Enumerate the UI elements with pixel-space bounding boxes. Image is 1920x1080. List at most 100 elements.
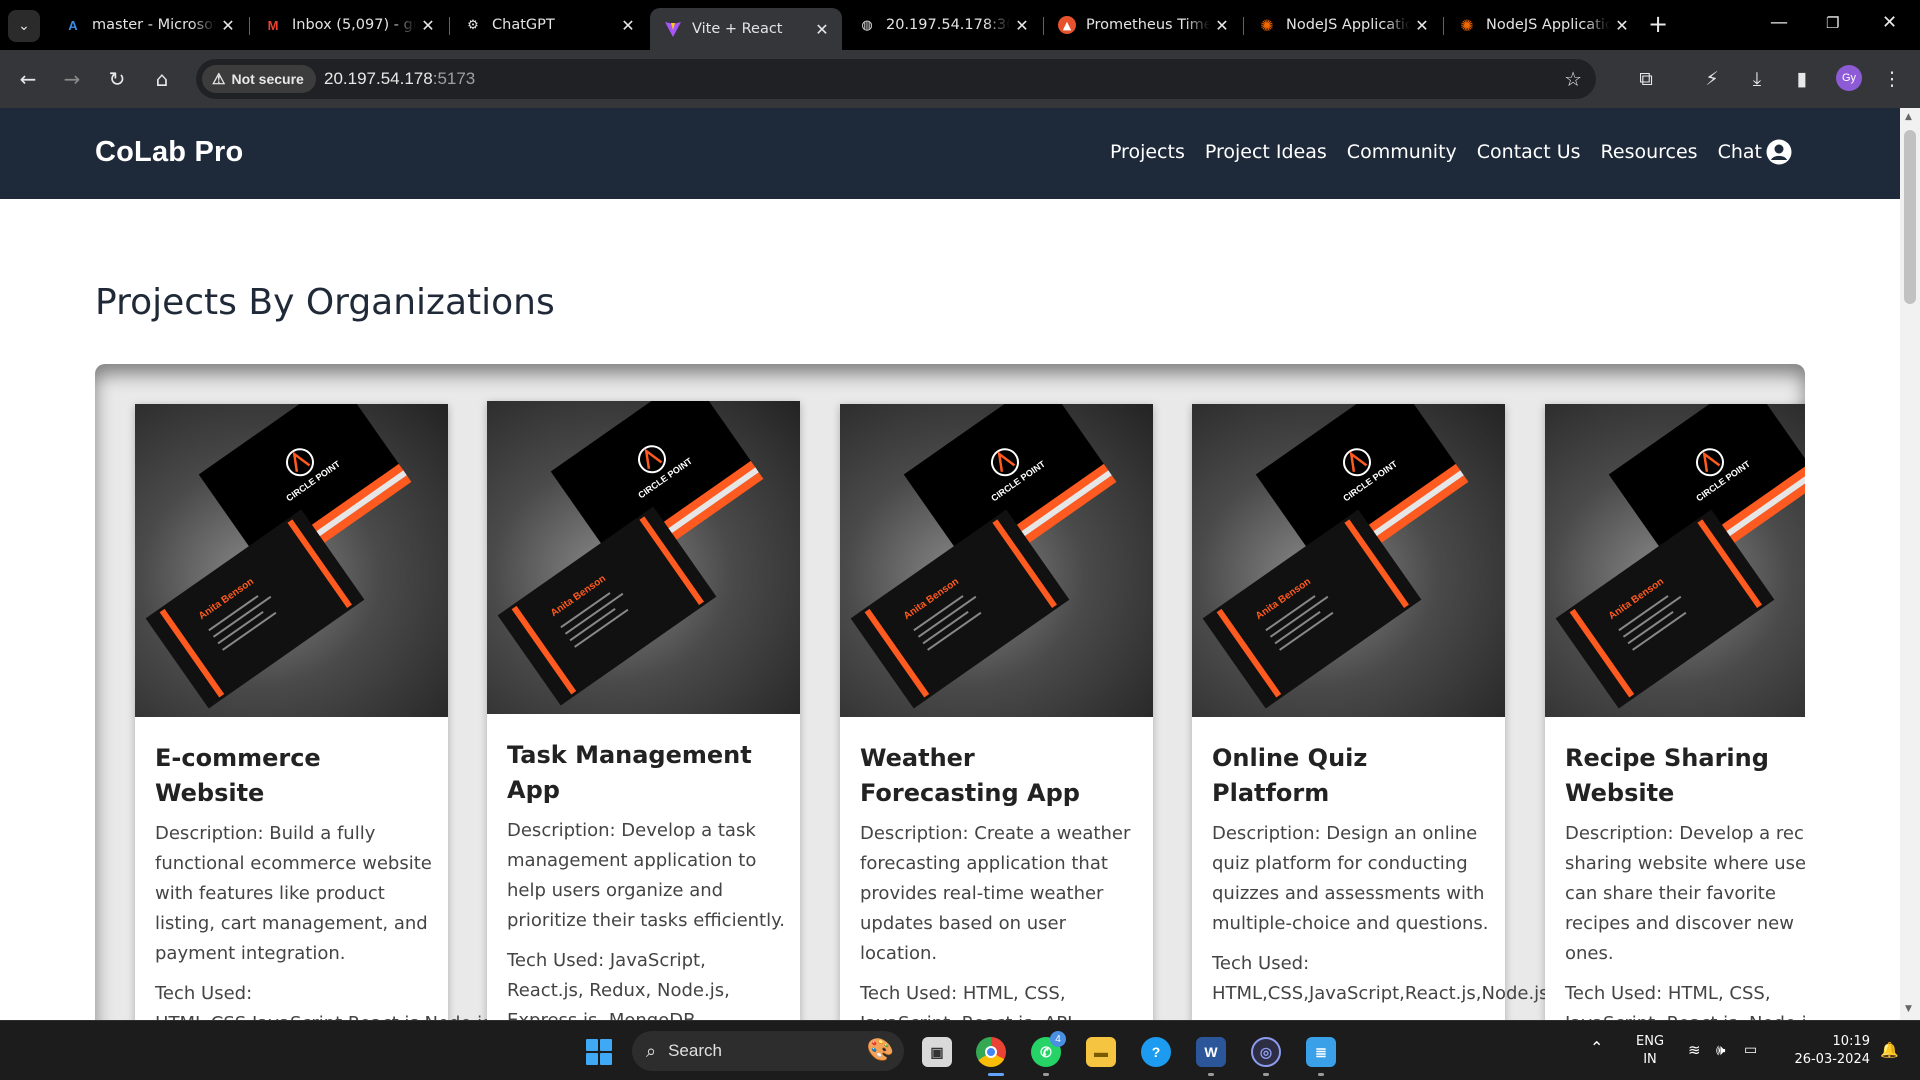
- nav-chat[interactable]: Chat: [1718, 141, 1762, 163]
- file-explorer-icon[interactable]: ▬: [1086, 1037, 1116, 1067]
- tray-overflow-icon[interactable]: ⌃: [1590, 1039, 1603, 1057]
- whatsapp-indicator: [1043, 1073, 1049, 1076]
- url-text[interactable]: 20.197.54.178:5173: [324, 69, 475, 89]
- edge-icon[interactable]: ?: [1141, 1037, 1171, 1067]
- tab-search-button[interactable]: ⌄: [8, 10, 40, 42]
- notepad-icon[interactable]: ≣: [1306, 1037, 1336, 1067]
- task-view-icon[interactable]: ▣: [922, 1037, 952, 1067]
- browser-tab-active[interactable]: Vite + React ✕: [650, 8, 842, 50]
- performance-icon[interactable]: ⚡: [1700, 67, 1724, 91]
- card-tech-used: Tech Used: HTML,CSS,JavaScript,React.js,…: [1212, 953, 1549, 1004]
- wifi-icon[interactable]: ≋: [1688, 1041, 1701, 1059]
- scrollbar-thumb[interactable]: [1904, 130, 1916, 304]
- word-icon[interactable]: W: [1196, 1037, 1226, 1067]
- profile-avatar[interactable]: Gy: [1836, 65, 1862, 91]
- scroll-down-icon[interactable]: ▼: [1905, 1004, 1912, 1014]
- projects-carousel[interactable]: CIRCLE POINT Anita Benson E-commerce Websi…: [95, 364, 1805, 1020]
- clock-time: 10:19: [1832, 1034, 1870, 1049]
- taskbar-search[interactable]: ⌕ Search 🎨: [632, 1031, 904, 1071]
- security-chip[interactable]: ⚠ Not secure: [202, 65, 316, 93]
- project-card[interactable]: CIRCLE POINT Anita Benson Recipe Sharing W…: [1545, 404, 1805, 1020]
- chrome-active-indicator: [988, 1073, 1004, 1076]
- whatsapp-badge: 4: [1050, 1031, 1066, 1047]
- notepad-indicator: [1318, 1073, 1324, 1076]
- new-tab-icon[interactable]: +: [1648, 12, 1668, 36]
- close-tab-icon[interactable]: ✕: [1410, 16, 1434, 35]
- card-description: Description: Develop a recipe sharing we…: [1565, 823, 1805, 964]
- reload-icon[interactable]: ↻: [105, 67, 129, 91]
- site-brand[interactable]: CoLab Pro: [95, 136, 243, 169]
- browser-tab[interactable]: ▲ Prometheus Time Series ✕: [1044, 8, 1242, 42]
- forward-arrow-icon[interactable]: →: [60, 67, 84, 91]
- card-title: Task Management App: [507, 741, 752, 804]
- scroll-up-icon[interactable]: ▲: [1905, 112, 1912, 122]
- restore-icon[interactable]: ❐: [1826, 14, 1839, 32]
- page-scrollbar[interactable]: ▲ ▼: [1900, 108, 1920, 1020]
- back-arrow-icon[interactable]: ←: [16, 67, 40, 91]
- tab-title: Prometheus Time Series: [1086, 17, 1210, 33]
- ai-assistant-indicator: [1263, 1073, 1269, 1076]
- close-tab-icon[interactable]: ✕: [616, 16, 640, 35]
- side-panel-icon[interactable]: ▮: [1790, 67, 1814, 91]
- battery-icon[interactable]: ▭: [1744, 1041, 1757, 1059]
- globe-icon: ◍: [861, 17, 873, 33]
- nav-projects[interactable]: Projects: [1110, 141, 1185, 163]
- close-tab-icon[interactable]: ✕: [1610, 16, 1634, 35]
- project-card[interactable]: CIRCLE POINT Anita Benson E-commerce Websi…: [135, 404, 492, 1020]
- download-icon[interactable]: ⤓: [1745, 67, 1769, 91]
- browser-tab[interactable]: ◍ 20.197.54.178:3000 ✕: [844, 8, 1042, 42]
- project-card[interactable]: CIRCLE POINT Anita Benson Weather Forecast…: [840, 404, 1153, 1020]
- clock[interactable]: 10:19 26-03-2024: [1786, 1033, 1870, 1069]
- card-title: Recipe Sharing Website: [1565, 744, 1769, 807]
- close-window-icon[interactable]: ✕: [1882, 12, 1897, 33]
- site-navbar: CoLab Pro Projects Project Ideas Communi…: [0, 108, 1900, 199]
- card-image-business-cards: CIRCLE POINT Anita Benson: [840, 404, 1153, 717]
- browser-toolbar: ← → ↻ ⌂ ⚠ Not secure 20.197.54.178:5173 …: [0, 50, 1920, 108]
- menu-kebab-icon[interactable]: ⋮: [1880, 67, 1904, 91]
- close-tab-icon[interactable]: ✕: [1210, 16, 1234, 35]
- card-image-business-cards: CIRCLE POINT Anita Benson: [1192, 404, 1505, 717]
- ai-assistant-icon[interactable]: ◎: [1251, 1037, 1281, 1067]
- close-tab-icon[interactable]: ✕: [1010, 16, 1034, 35]
- card-body: E-commerce Website Description: Build a f…: [155, 741, 492, 1020]
- card-body: Online Quiz Platform Description: Design …: [1212, 741, 1549, 1020]
- tab-title: Inbox (5,097) - gmail: [292, 17, 416, 33]
- card-title: Online Quiz Platform: [1212, 744, 1368, 807]
- close-tab-icon[interactable]: ✕: [810, 20, 834, 39]
- tab-title: master - Microsoft Azure: [92, 17, 216, 33]
- extensions-icon[interactable]: ⧉: [1634, 67, 1658, 91]
- nav-project-ideas[interactable]: Project Ideas: [1205, 141, 1327, 163]
- close-tab-icon[interactable]: ✕: [216, 16, 240, 35]
- search-icon: ⌕: [646, 1040, 657, 1061]
- project-card[interactable]: CIRCLE POINT Anita Benson Task Management …: [487, 401, 800, 1020]
- project-card[interactable]: CIRCLE POINT Anita Benson Online Quiz Plat…: [1192, 404, 1549, 1020]
- windows-start-icon[interactable]: [586, 1039, 612, 1065]
- browser-tab[interactable]: ⚙ ChatGPT ✕: [450, 8, 648, 42]
- gmail-icon: M: [267, 17, 279, 33]
- card-description: Description: Create a weather forecastin…: [860, 823, 1131, 964]
- minimize-icon[interactable]: —: [1770, 12, 1788, 33]
- browser-tab[interactable]: ✺ NodeJS Application ✕: [1244, 8, 1442, 42]
- tab-title: NodeJS Application: [1286, 17, 1410, 33]
- nav-community[interactable]: Community: [1347, 141, 1457, 163]
- region-code: IN: [1643, 1052, 1657, 1067]
- bookmark-star-icon[interactable]: ☆: [1564, 67, 1582, 91]
- volume-icon[interactable]: 🕪: [1716, 1041, 1725, 1059]
- word-indicator: [1208, 1073, 1214, 1076]
- address-bar[interactable]: ⚠ Not secure 20.197.54.178:5173 ☆: [196, 59, 1596, 99]
- notification-bell-icon[interactable]: 🔔: [1880, 1041, 1899, 1059]
- close-tab-icon[interactable]: ✕: [416, 16, 440, 35]
- user-account-icon[interactable]: [1766, 139, 1792, 165]
- url-port: :5173: [432, 69, 476, 88]
- card-title: E-commerce Website: [155, 744, 321, 807]
- nav-resources[interactable]: Resources: [1601, 141, 1698, 163]
- language-indicator[interactable]: ENG IN: [1636, 1033, 1664, 1069]
- browser-tab[interactable]: ✺ NodeJS Application ✕: [1444, 8, 1642, 42]
- browser-tab[interactable]: A master - Microsoft Azure ✕: [50, 8, 248, 42]
- browser-tab[interactable]: M Inbox (5,097) - gmail ✕: [250, 8, 448, 42]
- nav-contact-us[interactable]: Contact Us: [1477, 141, 1581, 163]
- prometheus-icon: ▲: [1058, 16, 1076, 34]
- chrome-icon[interactable]: [976, 1037, 1006, 1067]
- card-image-business-cards: CIRCLE POINT Anita Benson: [487, 401, 800, 714]
- home-icon[interactable]: ⌂: [150, 67, 174, 91]
